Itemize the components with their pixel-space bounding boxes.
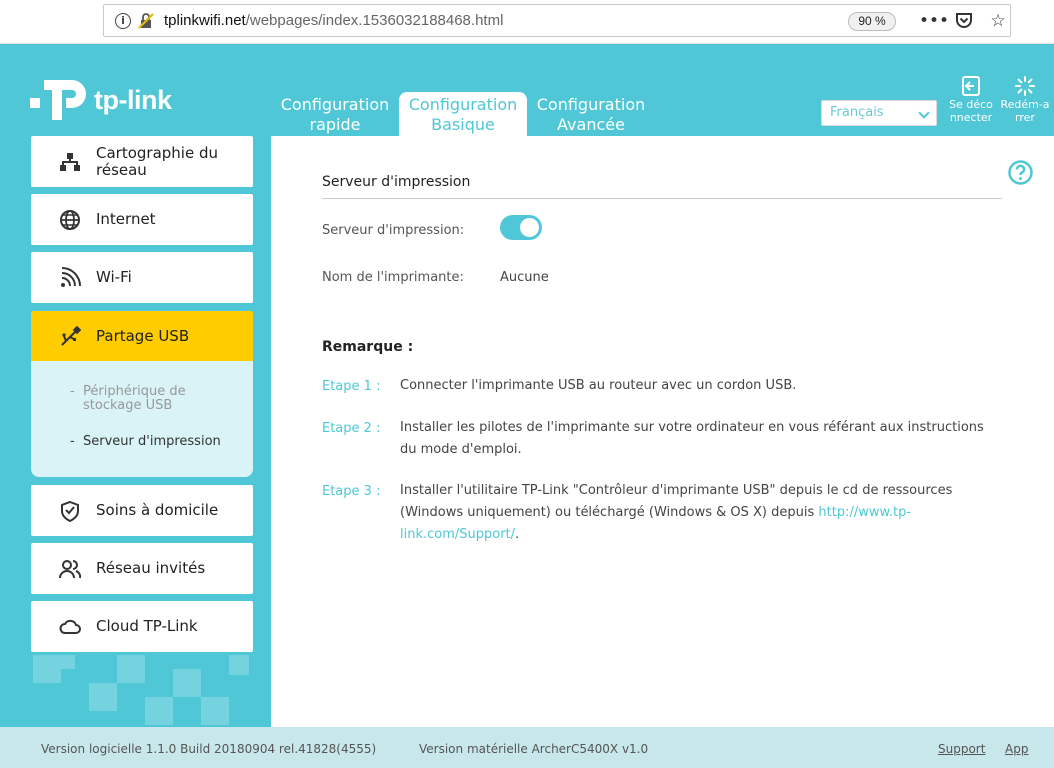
tab-basic[interactable]: Configuration Basique — [399, 92, 527, 136]
section-divider — [322, 198, 1002, 199]
tab-advanced[interactable]: Configuration Avancée — [527, 92, 655, 136]
tab-quick-setup[interactable]: Configuration rapide — [271, 92, 399, 136]
network-map-icon — [60, 152, 80, 171]
submenu-dash: - — [70, 434, 75, 449]
sidebar-item-usb-sharing[interactable]: Partage USB — [31, 311, 253, 362]
submenu-label: Serveur d'impression — [83, 434, 221, 449]
step-3-text: Installer l'utilitaire TP-Link "Contrôle… — [400, 480, 1000, 546]
tab-label: Configuration — [536, 95, 646, 114]
sidebar-item-label: Wi-Fi — [96, 268, 132, 286]
section-title: Serveur d'impression — [322, 174, 471, 190]
main-content: Serveur d'impression Serveur d'impressio… — [271, 136, 1054, 727]
decor-square — [33, 655, 61, 683]
app-link[interactable]: App — [1005, 742, 1028, 756]
logout-icon — [962, 76, 980, 96]
sidebar-item-label: Partage USB — [96, 327, 190, 345]
sidebar-item-guest-network[interactable]: Réseau invités — [31, 543, 253, 594]
sidebar-item-label: Réseau invités — [96, 559, 206, 577]
usb-submenu: - Périphérique de stockage USB - Serveur … — [31, 361, 253, 477]
hardware-version: Version matérielle ArcherC5400X v1.0 — [419, 742, 649, 756]
software-version: Version logicielle 1.1.0 Build 20180904 … — [41, 742, 377, 756]
users-icon — [59, 559, 81, 578]
browser-toolbar: i tplinkwifi.net/webpages/index.15360321… — [0, 0, 1054, 44]
submenu-label: Périphérique de — [83, 384, 186, 399]
printer-name-value: Aucune — [500, 270, 549, 285]
footer: Version logicielle 1.1.0 Build 20180904 … — [0, 727, 1054, 768]
shield-icon — [61, 500, 79, 522]
insecure-lock-icon[interactable] — [137, 12, 155, 30]
tp-link-logo-icon — [30, 80, 86, 120]
brand-name: tp-link — [94, 84, 172, 115]
step-3-label: Etape 3 : — [322, 484, 381, 499]
printer-name-label: Nom de l'imprimante: — [322, 270, 464, 285]
step-2-text: Installer les pilotes de l'imprimante su… — [400, 420, 984, 457]
sidebar-item-label: Cartographie du réseau — [96, 143, 218, 179]
step-3-suffix: . — [515, 527, 520, 542]
reboot-button[interactable]: Redém-a rrer — [1000, 76, 1050, 124]
language-value: Français — [830, 105, 884, 120]
cloud-icon — [59, 619, 81, 634]
logout-button[interactable]: Se déco nnecter — [946, 76, 996, 124]
sidebar-item-network-map[interactable]: Cartographie du réseau — [31, 136, 253, 187]
page-actions-icon[interactable]: ••• — [919, 10, 949, 32]
step-1-text: Connecter l'imprimante USB au routeur av… — [400, 378, 797, 393]
decor-square — [201, 697, 229, 725]
remark-title: Remarque : — [322, 339, 414, 355]
main-tabs: Configuration rapide Configuration Basique… — [271, 92, 655, 136]
submenu-item-print-server[interactable]: - Serveur d'impression — [70, 434, 221, 449]
decor-square — [145, 697, 173, 725]
sidebar-item-label: Soins à domicile — [96, 501, 219, 519]
reboot-label: Redém-a — [1000, 98, 1050, 111]
sidebar-item-home-care[interactable]: Soins à domicile — [31, 485, 253, 536]
address-bar[interactable]: i tplinkwifi.net/webpages/index.15360321… — [103, 4, 1011, 37]
step-1-label: Etape 1 : — [322, 379, 381, 394]
sidebar-item-cloud[interactable]: Cloud TP-Link — [31, 601, 253, 652]
tab-label: Basique — [431, 115, 495, 134]
print-server-label: Serveur d'impression: — [322, 223, 465, 238]
sidebar-item-label: Cloud TP-Link — [96, 617, 198, 635]
pocket-icon[interactable] — [953, 10, 975, 32]
decor-square — [117, 655, 145, 683]
reboot-icon — [1015, 76, 1035, 96]
sidebar-item-wifi[interactable]: Wi-Fi — [31, 252, 253, 303]
decor-square — [229, 655, 249, 675]
decor-square — [173, 669, 201, 697]
step-2-label: Etape 2 : — [322, 421, 381, 436]
toggle-knob — [520, 218, 539, 237]
submenu-item-usb-storage[interactable]: - Périphérique de stockage USB — [70, 384, 186, 413]
chevron-down-icon — [918, 107, 930, 119]
usb-icon — [61, 325, 81, 346]
tp-link-logo[interactable]: tp-link — [30, 72, 172, 128]
submenu-dash: - — [70, 384, 75, 399]
zoom-level[interactable]: 90 % — [848, 12, 896, 31]
info-icon[interactable]: i — [115, 13, 131, 29]
print-server-toggle[interactable] — [500, 215, 542, 240]
sidebar-item-internet[interactable]: Internet — [31, 194, 253, 245]
submenu-label: stockage USB — [83, 398, 173, 413]
globe-icon — [60, 209, 80, 230]
wifi-icon — [61, 266, 81, 287]
tab-label: Configuration — [408, 95, 518, 114]
support-link[interactable]: Support — [938, 742, 985, 756]
tab-label: rapide — [309, 115, 361, 134]
help-icon[interactable] — [1008, 160, 1033, 185]
bookmark-star-icon[interactable]: ☆ — [987, 10, 1009, 32]
tab-label: Avancée — [557, 115, 625, 134]
logout-label: Se déco — [949, 98, 993, 111]
language-select[interactable]: Français — [821, 100, 937, 126]
tab-label: Configuration — [280, 95, 390, 114]
decor-square — [61, 655, 75, 669]
sidebar-item-label: Internet — [96, 210, 156, 228]
url-text: tplinkwifi.net/webpages/index.1536032188… — [164, 12, 504, 29]
logout-label: nnecter — [949, 111, 993, 124]
decor-square — [89, 683, 117, 711]
reboot-label: rrer — [1015, 111, 1035, 124]
